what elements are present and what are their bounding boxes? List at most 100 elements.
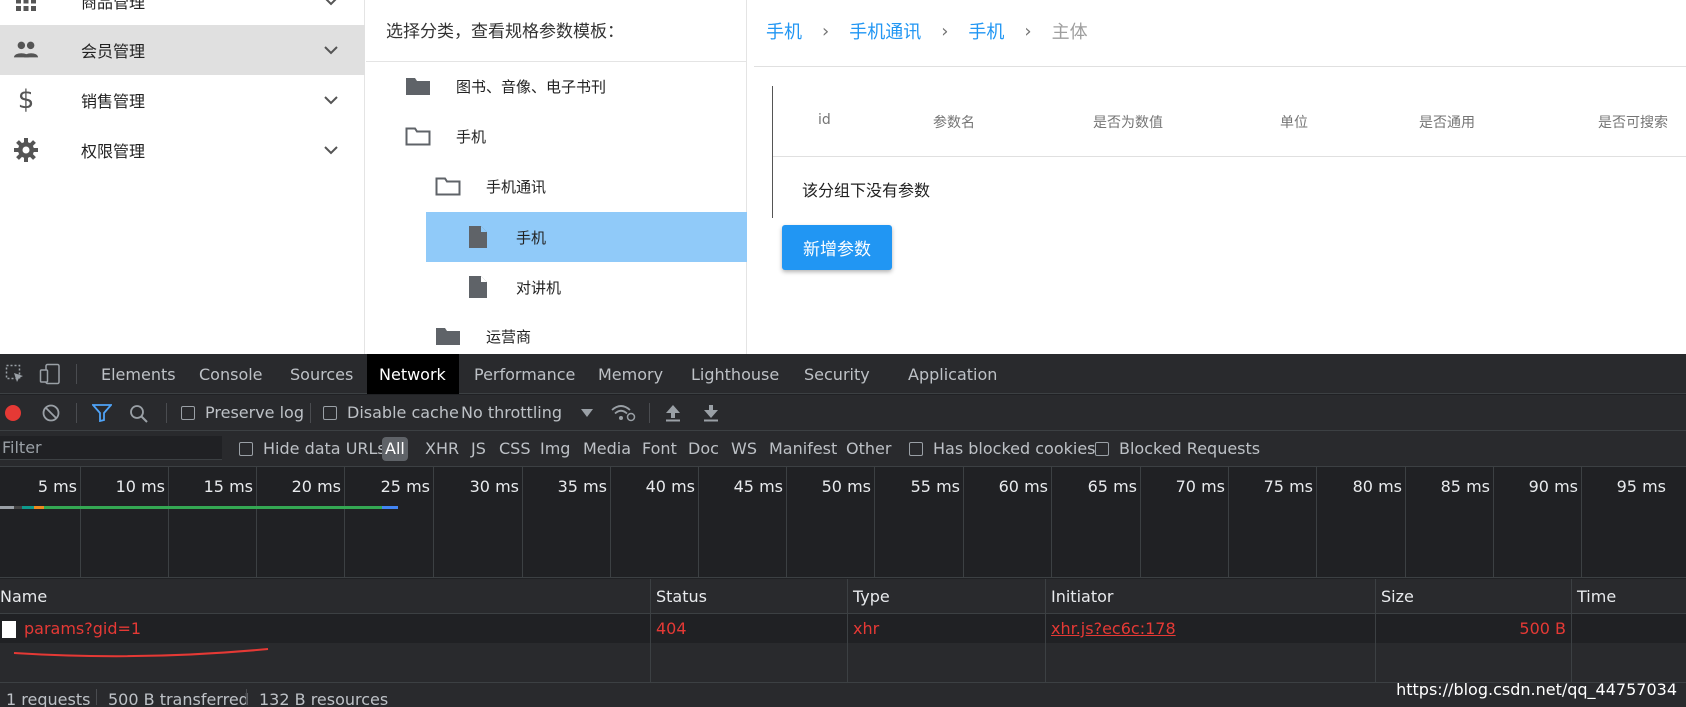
column-header-status[interactable]: Status [656, 587, 707, 606]
sidebar-item-members[interactable]: 会员管理 [0, 25, 365, 75]
timeline-tick-label: 60 ms [998, 477, 1048, 496]
filter-type-all[interactable]: All [382, 437, 408, 461]
column-header[interactable]: 单位 [1280, 112, 1308, 132]
filter-type-doc[interactable]: Doc [688, 439, 719, 458]
breadcrumb-item[interactable]: 手机通讯 [849, 18, 921, 44]
filter-icon[interactable] [92, 404, 112, 422]
file-icon [464, 224, 492, 250]
breadcrumb-item[interactable]: 手机 [968, 18, 1004, 44]
filter-type-other[interactable]: Other [846, 439, 891, 458]
tab-performance[interactable]: Performance [462, 354, 587, 394]
divider [246, 689, 247, 705]
upload-icon[interactable] [664, 403, 682, 423]
folder-icon [434, 323, 462, 349]
clear-icon[interactable] [42, 404, 60, 422]
download-icon[interactable] [702, 403, 720, 423]
has-blocked-cookies-checkbox[interactable] [909, 442, 923, 456]
network-conditions-icon[interactable] [610, 403, 636, 423]
request-name[interactable]: params?gid=1 [24, 619, 141, 638]
column-header[interactable]: 是否为数值 [1093, 112, 1163, 132]
filter-type-font[interactable]: Font [642, 439, 677, 458]
tab-security[interactable]: Security [792, 354, 882, 394]
chevron-right-icon: › [1024, 20, 1032, 42]
breadcrumb-item[interactable]: 手机 [766, 18, 802, 44]
column-header[interactable]: id [818, 112, 831, 128]
tree-node-phone-leaf[interactable]: 手机 [426, 212, 747, 262]
tab-network[interactable]: Network [367, 354, 459, 394]
table-row[interactable]: params?gid=1 404 xhr xhr.js?ec6c:178 500… [0, 614, 1686, 643]
tree-node-label: 手机 [516, 228, 547, 247]
tree-node-carrier[interactable]: 运营商 [366, 311, 747, 354]
add-param-button[interactable]: 新增参数 [782, 225, 892, 270]
column-header[interactable]: 参数名 [933, 112, 975, 132]
hide-data-urls-checkbox[interactable] [239, 442, 253, 456]
tab-memory[interactable]: Memory [586, 354, 675, 394]
record-icon[interactable] [4, 404, 22, 422]
tab-elements[interactable]: Elements [89, 354, 188, 394]
throttling-select[interactable]: No throttling [461, 403, 562, 422]
status-transferred: 500 B transferred [108, 690, 249, 707]
divider [76, 403, 77, 423]
table-row-empty [0, 643, 1686, 682]
timeline-tick-label: 35 ms [557, 477, 607, 496]
timeline-gridline [1140, 467, 1141, 577]
tab-console[interactable]: Console [187, 354, 275, 394]
request-initiator-link[interactable]: xhr.js?ec6c:178 [1051, 619, 1176, 638]
status-resources: 132 B resources [259, 690, 389, 707]
timeline-gridline [1051, 467, 1052, 577]
red-underline-annotation [13, 648, 269, 658]
tab-application[interactable]: Application [896, 354, 1009, 394]
column-header-initiator[interactable]: Initiator [1051, 587, 1113, 606]
timeline-gridline [786, 467, 787, 577]
folder-open-icon [434, 173, 462, 199]
tab-sources[interactable]: Sources [278, 354, 365, 394]
column-header-time[interactable]: Time [1577, 587, 1616, 606]
timeline-overview[interactable]: 5 ms 10 ms 15 ms 20 ms 25 ms 30 ms 35 ms… [0, 467, 1686, 578]
sidebar-item-sales[interactable]: $ 销售管理 [0, 75, 365, 125]
sidebar-item-permissions[interactable]: 权限管理 [0, 125, 365, 175]
filter-type-img[interactable]: Img [540, 439, 570, 458]
timeline-tick-label: 10 ms [115, 477, 165, 496]
column-header[interactable]: 是否通用 [1419, 112, 1475, 132]
filter-type-js[interactable]: JS [471, 439, 486, 458]
filter-type-media[interactable]: Media [583, 439, 631, 458]
timeline-gridline [80, 467, 81, 577]
column-header-size[interactable]: Size [1381, 587, 1414, 606]
column-header-name[interactable]: Name [0, 587, 47, 606]
table-header: id 参数名 是否为数值 单位 是否通用 是否可搜索 [773, 86, 1686, 157]
sidebar-item-goods[interactable]: 商品管理 [0, 0, 365, 26]
device-toolbar-icon[interactable] [38, 362, 62, 386]
timeline-tick-label: 40 ms [645, 477, 695, 496]
blocked-requests-checkbox[interactable] [1095, 442, 1109, 456]
tree-node-phone[interactable]: 手机 [366, 111, 747, 161]
divider [754, 66, 1686, 67]
search-icon[interactable] [129, 404, 149, 424]
app-area: 商品管理 会员管理 $ 销售管理 权限管理 选择分类，查看规格参数模板： 图书、… [0, 0, 1686, 354]
filter-input[interactable] [0, 436, 222, 460]
preserve-log-checkbox[interactable] [181, 406, 195, 420]
tree-node-walkie[interactable]: 对讲机 [426, 262, 747, 312]
filter-type-xhr[interactable]: XHR [425, 439, 459, 458]
tab-lighthouse[interactable]: Lighthouse [679, 354, 791, 394]
params-panel: 手机 › 手机通讯 › 手机 › 主体 id 参数名 是否为数值 单位 是否通用… [748, 0, 1686, 354]
tree-node-label: 运营商 [486, 327, 532, 346]
timeline-gridline [1228, 467, 1229, 577]
network-toolbar: Preserve log Disable cache No throttling [0, 395, 1686, 431]
filter-type-css[interactable]: CSS [499, 439, 530, 458]
has-blocked-cookies-label: Has blocked cookies [933, 439, 1096, 458]
inspect-element-icon[interactable] [4, 363, 26, 385]
document-icon [2, 621, 16, 638]
filter-type-manifest[interactable]: Manifest [769, 439, 837, 458]
tree-node-phone-comm[interactable]: 手机通讯 [366, 161, 747, 211]
filter-type-ws[interactable]: WS [731, 439, 757, 458]
column-divider [650, 579, 651, 682]
column-header-type[interactable]: Type [853, 587, 890, 606]
column-header[interactable]: 是否可搜索 [1598, 112, 1668, 132]
folder-icon [404, 73, 432, 99]
sidebar-item-label: 商品管理 [81, 0, 146, 12]
tree-node-books[interactable]: 图书、音像、电子书刊 [366, 61, 747, 111]
disable-cache-checkbox[interactable] [323, 406, 337, 420]
gear-icon [13, 137, 39, 163]
timeline-gridline [522, 467, 523, 577]
hide-data-urls-label: Hide data URLs [263, 439, 386, 458]
